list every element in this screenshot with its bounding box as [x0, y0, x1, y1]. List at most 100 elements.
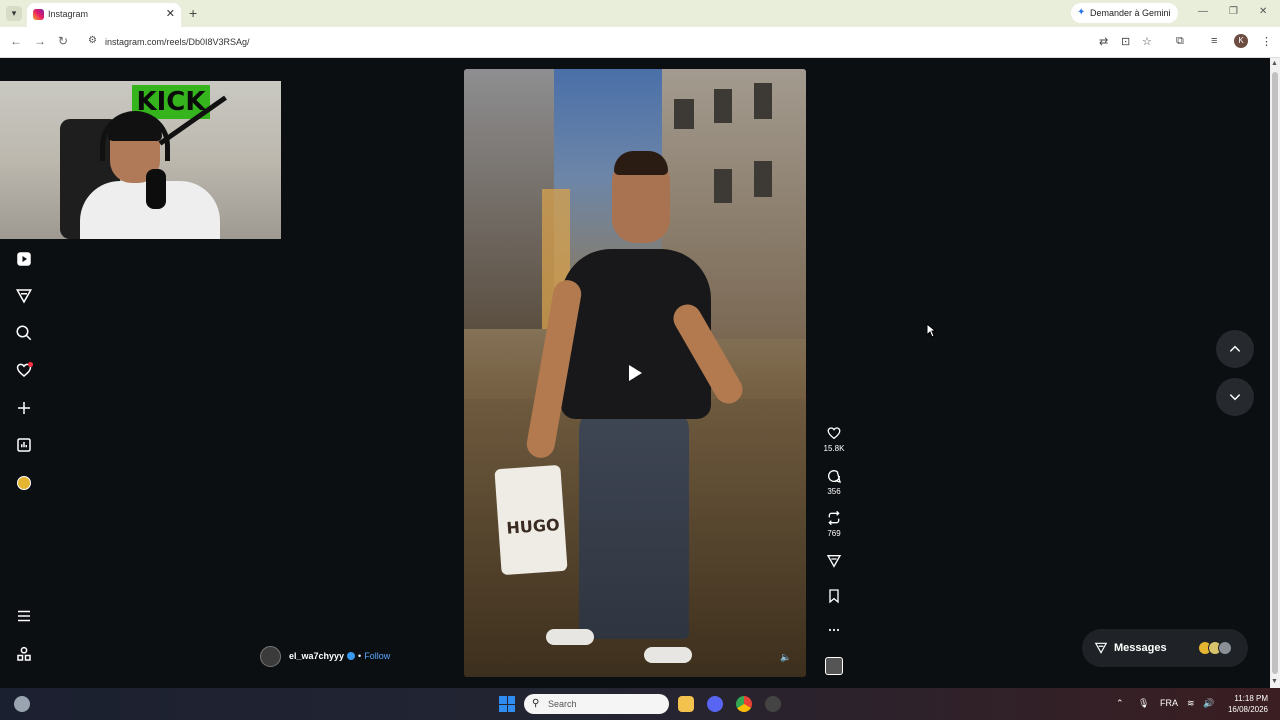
create-plus-icon[interactable]: [14, 398, 34, 418]
keyboard-language[interactable]: FRA: [1160, 698, 1178, 708]
more-menu-icon[interactable]: ⋮: [1261, 35, 1272, 48]
comment-count: 356: [827, 487, 841, 496]
clock-date: 16/08/2026: [1227, 705, 1268, 714]
author-avatar[interactable]: [260, 645, 281, 667]
windows-logo-pane: [499, 696, 507, 704]
ask-gemini-button[interactable]: ✦ Demander à Gemini: [1071, 3, 1178, 23]
translate-icon[interactable]: ⇄: [1099, 35, 1108, 48]
weather-widget-icon[interactable]: [14, 696, 30, 712]
share-plane-icon: [826, 555, 842, 568]
streamer-webcam-overlay: KICK: [0, 81, 281, 239]
windows-logo-pane: [507, 696, 515, 704]
repost-button[interactable]: 769: [816, 510, 852, 538]
volume-muted-icon[interactable]: 🔈: [780, 652, 791, 663]
minimize-button[interactable]: —: [1198, 6, 1208, 17]
like-button[interactable]: 15.8K: [816, 425, 852, 453]
scroll-up-arrow-icon[interactable]: ▲: [1271, 60, 1278, 67]
message-avatars: [1198, 641, 1232, 655]
gemini-sparkle-icon: ✦: [1077, 7, 1086, 18]
instagram-favicon-icon: [33, 9, 44, 20]
tab-title: Instagram: [48, 9, 89, 19]
left-sneaker: [546, 629, 594, 645]
messages-plane-icon: [1094, 642, 1108, 654]
chevron-down-icon: [1229, 394, 1241, 401]
profile-avatar[interactable]: K: [1234, 34, 1248, 48]
bookmark-star-icon[interactable]: ☆: [1142, 35, 1152, 48]
file-explorer-icon[interactable]: [678, 696, 694, 712]
scrollbar-thumb[interactable]: [1272, 72, 1278, 674]
menu-icon[interactable]: [14, 606, 34, 626]
comment-bubble-icon: [828, 470, 841, 483]
next-reel-button[interactable]: [1216, 378, 1254, 416]
windows-taskbar: ⚲ Search ⌃ 🎙 FRA ≋ 🔊 11:18 PM 16/08/2026: [0, 688, 1280, 720]
steam-icon[interactable]: [765, 696, 781, 712]
browser-tab-bar: ▾ Instagram ✕ + ✦ Demander à Gemini — ❐ …: [0, 0, 1280, 27]
show-hidden-icons-chevron-icon[interactable]: ⌃: [1116, 698, 1124, 709]
more-dots-icon: [828, 628, 840, 632]
dashboard-icon[interactable]: [14, 435, 34, 455]
search-icon: ⚲: [532, 698, 540, 709]
restore-button[interactable]: ❐: [1229, 6, 1238, 17]
also-from-meta-icon[interactable]: [14, 644, 34, 664]
close-window-button[interactable]: ✕: [1259, 6, 1267, 17]
more-options-button[interactable]: [816, 622, 852, 638]
microphone: [146, 169, 166, 209]
wifi-icon[interactable]: ≋: [1187, 698, 1195, 709]
taskbar-search[interactable]: ⚲ Search: [524, 694, 669, 714]
install-app-icon[interactable]: ⊡: [1121, 35, 1130, 48]
heart-icon: [827, 427, 841, 440]
extensions-icon[interactable]: ⧉: [1176, 35, 1184, 48]
building-window: [754, 161, 772, 197]
tab-instagram[interactable]: Instagram ✕: [27, 3, 181, 27]
browser-toolbar: ← → ↻ ⚙ instagram.com/reels/Db0I8V3RSAg/…: [0, 27, 1280, 58]
notification-dot: [28, 362, 33, 367]
profile-avatar-icon[interactable]: [17, 476, 31, 490]
like-count: 15.8K: [823, 444, 845, 453]
reel-video[interactable]: HUGO 🔈: [464, 69, 806, 677]
follow-button[interactable]: Follow: [364, 651, 390, 661]
comment-button[interactable]: 356: [816, 468, 852, 496]
search-icon[interactable]: [14, 323, 34, 343]
verified-badge-icon: [347, 652, 356, 660]
windows-logo-pane: [499, 704, 507, 712]
author-username[interactable]: el_wa7chyyy: [289, 651, 344, 661]
shopping-bag: HUGO: [494, 464, 568, 576]
reels-icon[interactable]: [14, 249, 34, 269]
site-info-icon[interactable]: ⚙: [88, 35, 97, 46]
system-clock[interactable]: 11:18 PM 16/08/2026: [1220, 693, 1268, 715]
scroll-down-arrow-icon[interactable]: ▼: [1271, 678, 1278, 685]
building-window: [674, 99, 694, 129]
building-window: [754, 83, 772, 119]
new-tab-button[interactable]: +: [189, 5, 197, 21]
repost-count: 769: [827, 529, 841, 538]
reload-icon[interactable]: ↻: [58, 34, 68, 48]
man-jeans: [579, 409, 689, 639]
taskbar-search-placeholder: Search: [548, 699, 577, 709]
microphone-icon[interactable]: 🎙: [1138, 698, 1149, 709]
building-left: [464, 69, 554, 329]
tab-close-icon[interactable]: ✕: [166, 7, 175, 20]
forward-arrow-icon[interactable]: →: [34, 34, 46, 48]
previous-reel-button[interactable]: [1216, 330, 1254, 368]
messages-button[interactable]: Messages: [1082, 629, 1248, 667]
start-button[interactable]: [499, 696, 515, 712]
share-button[interactable]: [816, 553, 852, 569]
save-button[interactable]: [816, 588, 852, 604]
tab-search-dropdown-icon[interactable]: ▾: [6, 6, 22, 21]
play-icon[interactable]: [627, 364, 643, 387]
back-arrow-icon[interactable]: ←: [10, 34, 22, 48]
explore-icon[interactable]: [14, 286, 34, 306]
address-bar[interactable]: ⚙ instagram.com/reels/Db0I8V3RSAg/: [80, 31, 1167, 53]
page-scrollbar[interactable]: ▲ ▼: [1270, 58, 1280, 688]
chrome-icon[interactable]: [736, 696, 752, 712]
volume-icon[interactable]: 🔊: [1203, 698, 1214, 709]
url-text[interactable]: instagram.com/reels/Db0I8V3RSAg/: [105, 37, 250, 47]
building-window: [714, 169, 732, 203]
bookmark-icon: [829, 589, 839, 604]
man-hair: [614, 151, 668, 175]
discord-icon[interactable]: [707, 696, 723, 712]
messages-label: Messages: [1114, 642, 1167, 654]
original-audio-thumbnail[interactable]: [825, 657, 843, 675]
media-controls-icon[interactable]: ≡: [1211, 35, 1217, 47]
right-sneaker: [644, 647, 692, 663]
